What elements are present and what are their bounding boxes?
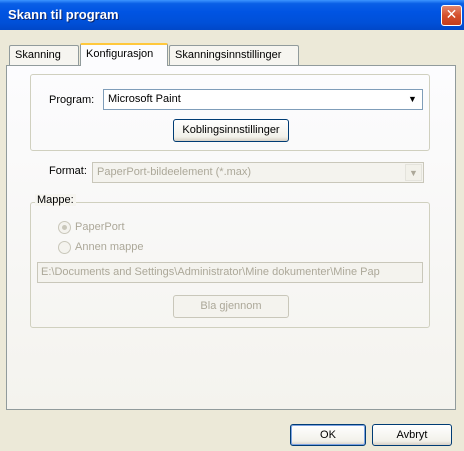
radio-dot-icon: [62, 225, 67, 230]
chevron-down-icon[interactable]: ▼: [404, 91, 421, 108]
tab-label: Skanning: [15, 49, 61, 61]
radio-paperport[interactable]: [58, 221, 71, 234]
program-select-value: Microsoft Paint: [108, 93, 181, 105]
link-settings-button[interactable]: Koblingsinnstillinger: [173, 119, 289, 142]
folder-path-field[interactable]: E:\Documents and Settings\Administrator\…: [37, 262, 423, 283]
tab-label: Konfigurasjon: [86, 48, 154, 60]
window-title: Skann til program: [8, 7, 119, 22]
folder-group-label: Mappe:: [35, 194, 76, 206]
tab-konfigurasjon[interactable]: Konfigurasjon: [80, 43, 168, 66]
tab-label: Skanningsinnstillinger: [175, 49, 282, 61]
tab-skanningsinnstillinger[interactable]: Skanningsinnstillinger: [169, 45, 299, 65]
cancel-button[interactable]: Avbryt: [372, 424, 452, 446]
close-icon[interactable]: ✕: [441, 5, 462, 26]
tab-skanning[interactable]: Skanning: [9, 45, 79, 65]
chevron-down-icon[interactable]: ▼: [405, 164, 422, 181]
program-select[interactable]: Microsoft Paint ▼: [103, 89, 423, 110]
browse-button[interactable]: Bla gjennom: [173, 295, 289, 318]
title-bar[interactable]: Skann til program ✕: [0, 0, 464, 30]
format-select-value: PaperPort-bildeelement (*.max): [97, 166, 252, 178]
format-select[interactable]: PaperPort-bildeelement (*.max) ▼: [92, 162, 424, 183]
folder-path-value: E:\Documents and Settings\Administrator\…: [41, 266, 380, 278]
tab-panel-konfigurasjon: Program: Microsoft Paint ▼ Koblingsinnst…: [6, 65, 456, 410]
ok-button[interactable]: OK: [290, 424, 366, 446]
radio-paperport-label: PaperPort: [75, 221, 125, 233]
radio-other-folder[interactable]: [58, 241, 71, 254]
format-label: Format:: [49, 165, 87, 177]
dialog-window: Skann til program ✕ Skanning Konfigurasj…: [0, 0, 464, 451]
program-label: Program:: [49, 94, 95, 106]
radio-other-folder-label: Annen mappe: [75, 241, 144, 253]
